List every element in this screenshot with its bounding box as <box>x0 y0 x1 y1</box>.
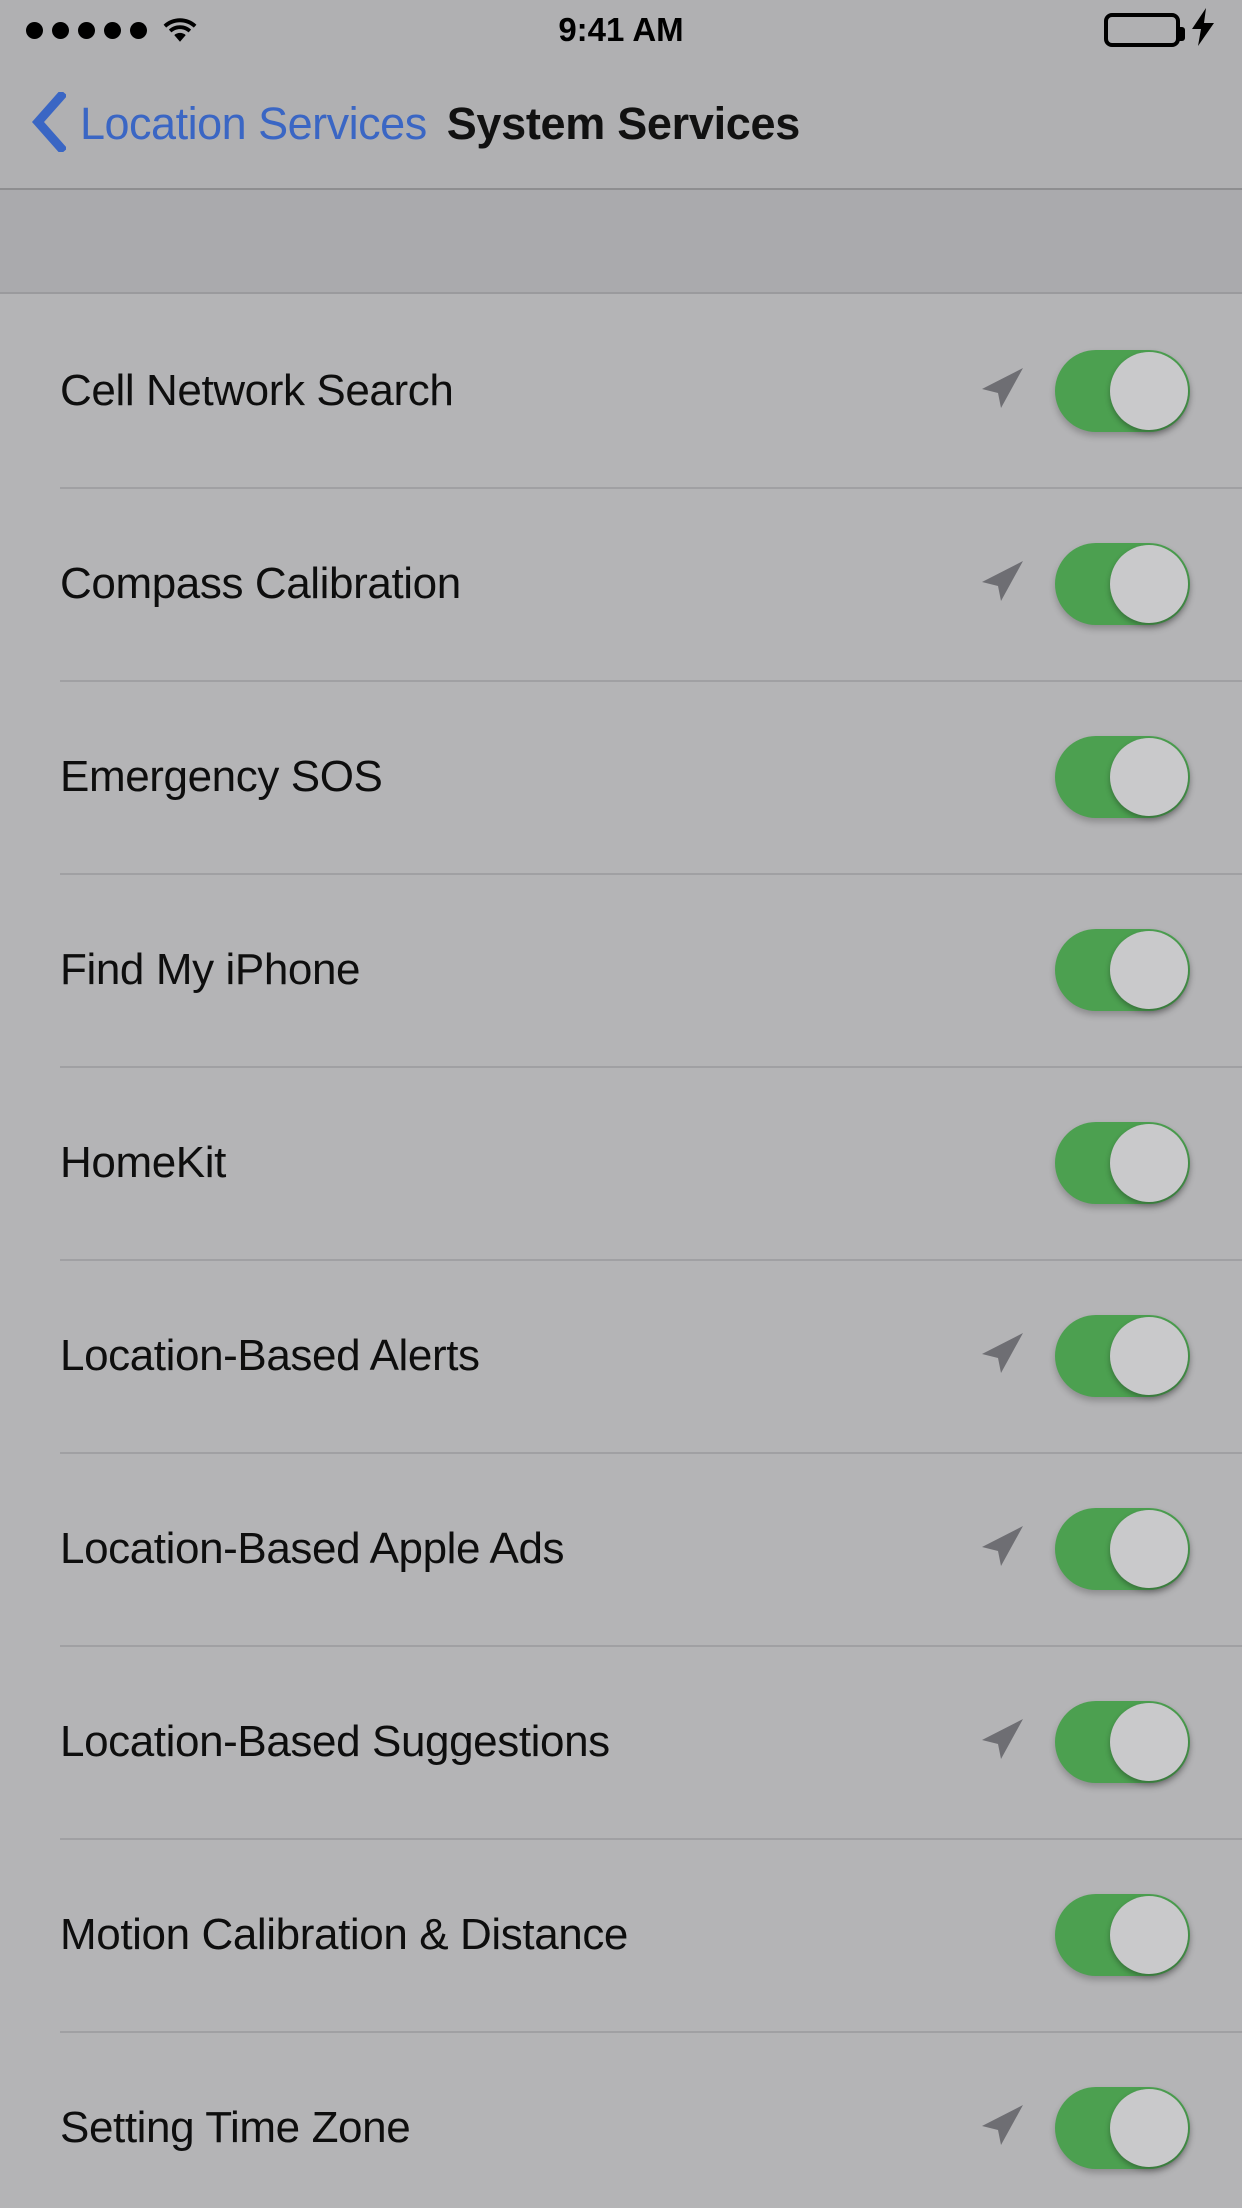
row-label: Location-Based Suggestions <box>60 1716 610 1766</box>
location-arrow-icon <box>979 558 1025 609</box>
row-label: Location-Based Apple Ads <box>60 1523 565 1573</box>
status-bar-right <box>1104 8 1216 52</box>
row-accessories <box>979 1700 1190 1783</box>
table-row: HomeKit <box>0 1066 1242 1259</box>
battery-icon <box>1104 13 1185 47</box>
location-arrow-icon <box>979 365 1025 416</box>
toggle-switch[interactable] <box>1055 1507 1190 1590</box>
row-accessories <box>1055 1121 1190 1204</box>
row-accessories <box>1055 1893 1190 1976</box>
row-label: HomeKit <box>60 1137 226 1187</box>
row-label: Compass Calibration <box>60 558 461 608</box>
table-row: Cell Network Search <box>0 294 1242 487</box>
table-row: Compass Calibration <box>0 487 1242 680</box>
location-arrow-icon <box>979 1716 1025 1767</box>
table-row: Find My iPhone <box>0 873 1242 1066</box>
row-label: Motion Calibration & Distance <box>60 1909 629 1959</box>
row-label: Location-Based Alerts <box>60 1330 480 1380</box>
toggle-switch[interactable] <box>1055 1893 1190 1976</box>
toggle-knob <box>1110 1895 1188 1974</box>
table-row: Location-Based Apple Ads <box>0 1452 1242 1645</box>
toggle-knob <box>1110 737 1188 816</box>
toggle-switch[interactable] <box>1055 542 1190 625</box>
navigation-bar: Location Services System Services <box>0 60 1242 190</box>
table-row: Emergency SOS <box>0 680 1242 873</box>
toggle-switch[interactable] <box>1055 1314 1190 1397</box>
back-button-label[interactable]: Location Services <box>80 98 427 150</box>
row-accessories <box>979 542 1190 625</box>
location-arrow-icon <box>979 1523 1025 1574</box>
toggle-switch[interactable] <box>1055 1700 1190 1783</box>
table-row: Motion Calibration & Distance <box>0 1838 1242 2031</box>
toggle-switch[interactable] <box>1055 928 1190 1011</box>
row-label: Find My iPhone <box>60 944 361 994</box>
row-accessories <box>979 1314 1190 1397</box>
battery-cap <box>1179 27 1185 41</box>
lightning-bolt-icon <box>1190 8 1216 52</box>
toggle-knob <box>1110 930 1188 1009</box>
toggle-knob <box>1110 544 1188 623</box>
table-row: Location-Based Suggestions <box>0 1645 1242 1838</box>
table-row: Location-Based Alerts <box>0 1259 1242 1452</box>
chevron-left-icon[interactable] <box>30 89 68 157</box>
location-arrow-icon <box>979 2102 1025 2153</box>
row-accessories <box>979 1507 1190 1590</box>
row-accessories <box>1055 928 1190 1011</box>
status-bar-time: 9:41 AM <box>558 11 684 48</box>
row-label: Setting Time Zone <box>60 2102 411 2152</box>
section-spacer-top <box>0 190 1242 294</box>
row-accessories <box>1055 735 1190 818</box>
row-label: Emergency SOS <box>60 751 383 801</box>
row-accessories <box>979 2086 1190 2169</box>
toggle-knob <box>1110 1702 1188 1781</box>
table-row: Setting Time Zone <box>0 2031 1242 2208</box>
back-button[interactable]: Location Services <box>30 89 427 157</box>
system-services-list: Cell Network Search Compass Calibration Em… <box>0 294 1242 2208</box>
toggle-knob <box>1110 351 1188 430</box>
row-label: Cell Network Search <box>60 365 454 415</box>
toggle-knob <box>1110 2088 1188 2167</box>
toggle-switch[interactable] <box>1055 735 1190 818</box>
toggle-knob <box>1110 1123 1188 1202</box>
status-bar: 9:41 AM <box>0 0 1242 60</box>
toggle-knob <box>1110 1509 1188 1588</box>
toggle-switch[interactable] <box>1055 2086 1190 2169</box>
toggle-knob <box>1110 1316 1188 1395</box>
page-title: System Services <box>446 98 801 149</box>
location-arrow-icon <box>979 1330 1025 1381</box>
row-accessories <box>979 349 1190 432</box>
toggle-switch[interactable] <box>1055 1121 1190 1204</box>
toggle-switch[interactable] <box>1055 349 1190 432</box>
